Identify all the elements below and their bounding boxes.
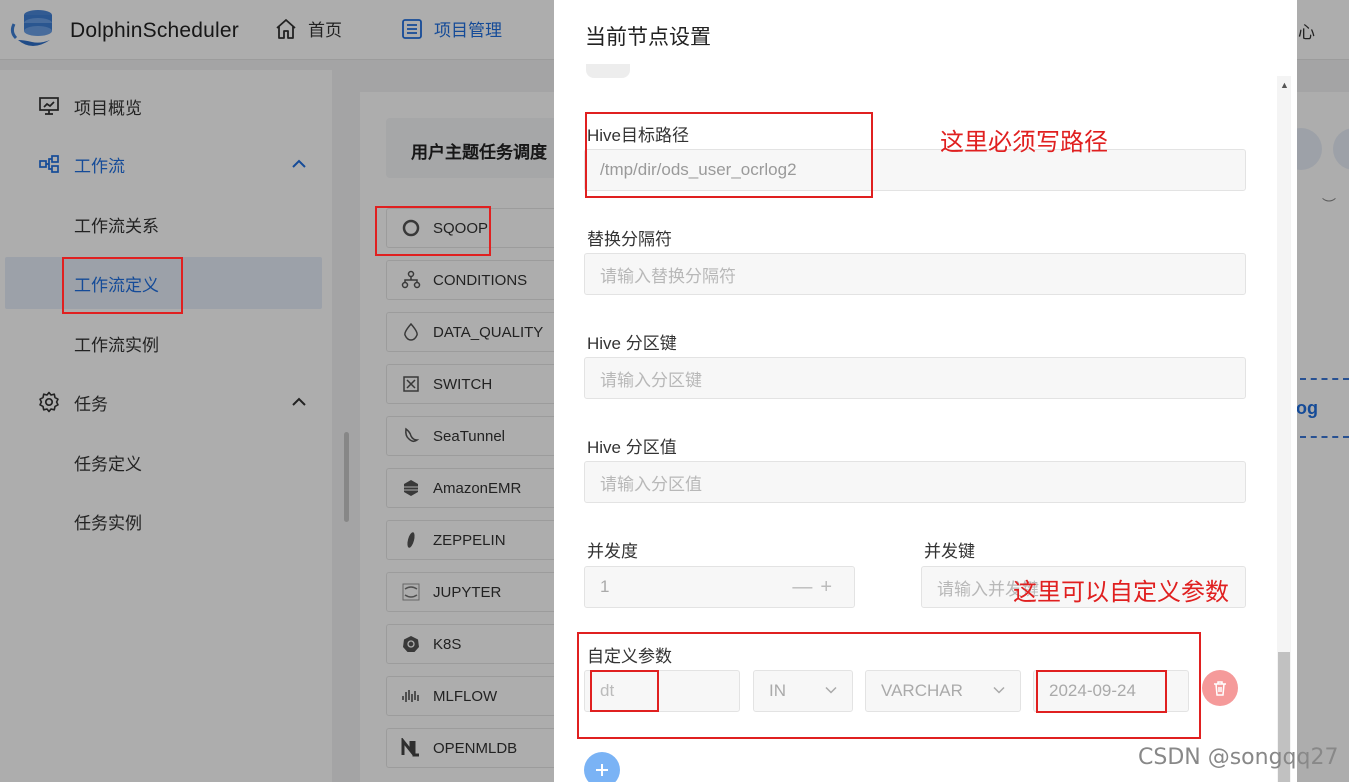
concurrency-value: 1 [600,577,610,596]
toggle-switch[interactable] [586,64,630,78]
partition-value-label: Hive 分区值 [587,438,677,457]
trash-icon [1214,681,1226,696]
plus-icon [596,764,608,776]
minus-button[interactable]: — [792,576,820,598]
drawer-title: 当前节点设置 [585,26,711,49]
annotation-box-sqoop [375,206,491,256]
concurrency-stepper[interactable]: 1 —+ [584,566,855,608]
delete-param-button[interactable] [1202,670,1238,706]
replace-delimiter-input[interactable]: 请输入替换分隔符 [584,253,1246,295]
plus-button[interactable]: + [820,576,840,598]
partition-value-input[interactable]: 请输入分区值 [584,461,1246,503]
scroll-up-arrow-icon[interactable]: ▲ [1280,80,1289,90]
annotation-param-note: 这里可以自定义参数 [1013,579,1229,606]
concurrency-key-label: 并发键 [924,542,975,561]
add-param-button[interactable] [584,752,620,782]
annotation-box-param-value [1036,670,1167,713]
partition-key-label: Hive 分区键 [587,334,677,353]
replace-delimiter-label: 替换分隔符 [587,230,672,249]
csdn-watermark: CSDN @songqq27 [1138,745,1339,770]
partition-key-input[interactable]: 请输入分区键 [584,357,1246,399]
annotation-path-note: 这里必须写路径 [940,129,1108,156]
annotation-box-hive-path [585,112,873,198]
annotation-box-workflow-definition [62,257,183,314]
stepper-controls[interactable]: —+ [792,576,840,599]
concurrency-label: 并发度 [587,542,638,561]
annotation-box-param-prop [590,670,659,712]
